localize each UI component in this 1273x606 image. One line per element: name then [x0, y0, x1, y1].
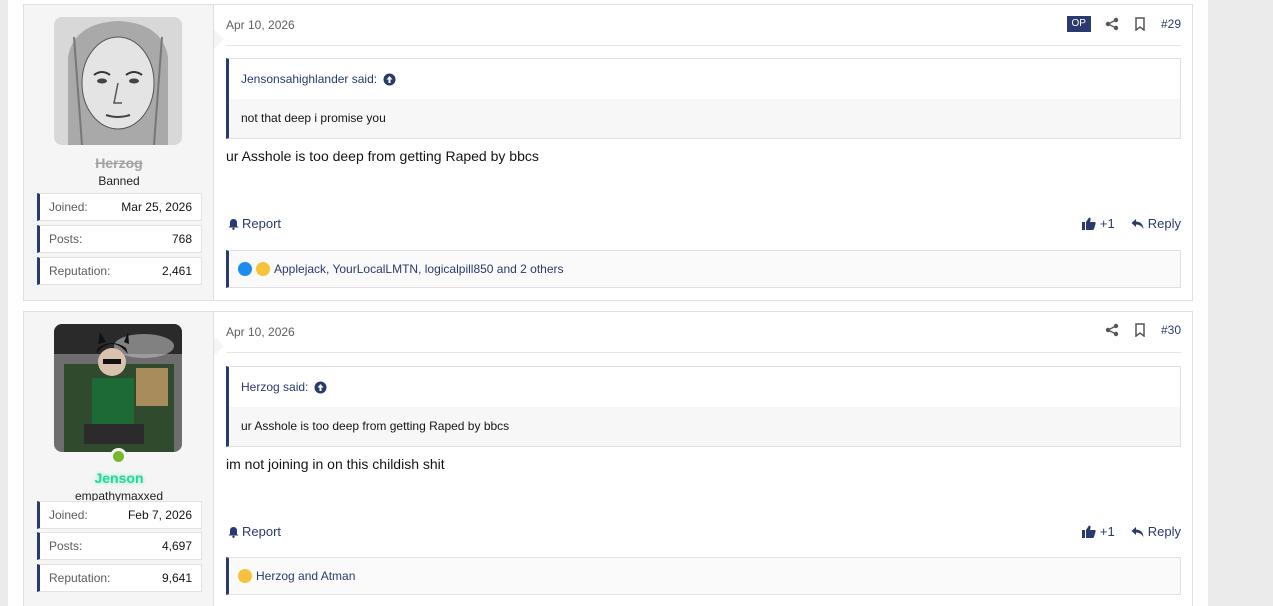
- reply-button[interactable]: Reply: [1131, 216, 1181, 231]
- stat-value: Feb 7, 2026: [127, 508, 192, 522]
- post-number-link[interactable]: #30: [1161, 323, 1181, 337]
- stat-posts: Posts: 4,697: [37, 532, 202, 560]
- user-info-panel: Jenson empathymaxxed Joined: Feb 7, 2026…: [24, 312, 224, 606]
- share-icon[interactable]: [1105, 323, 1119, 337]
- stat-label: Joined:: [49, 200, 88, 214]
- thumbs-up-icon: [1081, 217, 1096, 230]
- avatar[interactable]: [54, 17, 182, 145]
- reply-icon: [1131, 526, 1144, 537]
- report-label: Report: [242, 216, 282, 231]
- stat-value: 4,697: [161, 539, 192, 553]
- bell-icon: [228, 526, 239, 538]
- post-number-link[interactable]: #29: [1161, 17, 1181, 31]
- quote-text: not that deep i promise you: [241, 111, 386, 125]
- post-header-actions: OP #29: [1066, 16, 1181, 32]
- reply-icon: [1131, 218, 1144, 229]
- like-reaction-icon: [238, 262, 252, 276]
- post-footer-actions: +1 Reply: [1081, 524, 1181, 539]
- stat-label: Posts:: [49, 539, 83, 553]
- report-link[interactable]: Report: [228, 524, 281, 539]
- post: Jenson empathymaxxed Joined: Feb 7, 2026…: [23, 311, 1193, 606]
- post-date[interactable]: Apr 10, 2026: [226, 325, 295, 339]
- divider: [226, 352, 1181, 353]
- quote-block: Herzog said: ur Asshole is too deep from…: [226, 366, 1181, 447]
- laugh-reaction-icon: [256, 262, 270, 276]
- bookmark-icon[interactable]: [1133, 323, 1147, 337]
- report-link[interactable]: Report: [228, 216, 281, 231]
- stat-label: Posts:: [49, 232, 83, 246]
- quote-header: Jensonsahighlander said:: [229, 59, 1180, 99]
- stat-label: Joined:: [49, 508, 88, 522]
- like-count: +1: [1099, 216, 1115, 231]
- stat-value: Mar 25, 2026: [121, 200, 192, 214]
- stat-joined: Joined: Mar 25, 2026: [37, 193, 202, 221]
- reply-label: Reply: [1147, 216, 1181, 231]
- user-title: Banned: [98, 174, 140, 188]
- op-badge: OP: [1066, 16, 1091, 32]
- post-content: Apr 10, 2026 #30 Herzog said: ur Asshole…: [226, 312, 1181, 606]
- report-label: Report: [242, 524, 282, 539]
- share-icon[interactable]: [1105, 17, 1119, 31]
- stat-posts: Posts: 768: [37, 225, 202, 253]
- stat-value: 9,641: [161, 571, 192, 585]
- bookmark-icon[interactable]: [1133, 17, 1147, 31]
- quote-author[interactable]: Herzog said:: [241, 380, 308, 394]
- avatar[interactable]: [54, 324, 182, 452]
- like-button[interactable]: +1: [1081, 524, 1115, 539]
- thumbs-up-icon: [1081, 525, 1096, 538]
- username[interactable]: Jenson: [24, 470, 214, 486]
- quote-block: Jensonsahighlander said: not that deep i…: [226, 58, 1181, 139]
- stat-label: Reputation:: [49, 264, 111, 278]
- post-message: im not joining in on this childish shit: [226, 456, 445, 472]
- laugh-reaction-icon: [238, 569, 252, 583]
- quote-text: ur Asshole is too deep from getting Rape…: [241, 419, 510, 433]
- stat-value: 2,461: [161, 264, 192, 278]
- bell-icon: [228, 218, 239, 230]
- user-info-panel: Herzog Banned Joined: Mar 25, 2026 Posts…: [24, 5, 224, 300]
- stat-reputation: Reputation: 2,461: [37, 257, 202, 285]
- post-date[interactable]: Apr 10, 2026: [226, 18, 295, 32]
- username[interactable]: Herzog: [24, 155, 214, 171]
- quote-header: Herzog said:: [229, 367, 1180, 407]
- quote-author[interactable]: Jensonsahighlander said:: [241, 72, 377, 86]
- post: Herzog Banned Joined: Mar 25, 2026 Posts…: [23, 4, 1193, 301]
- arrow-up-circle-icon[interactable]: [383, 73, 396, 86]
- reply-button[interactable]: Reply: [1131, 524, 1181, 539]
- reactions-users[interactable]: Herzog and Atman: [256, 569, 355, 583]
- reactions-users[interactable]: Applejack, YourLocalLMTN, logicalpill850…: [274, 262, 564, 276]
- like-count: +1: [1099, 524, 1115, 539]
- post-content: Apr 10, 2026 OP #29 Jensonsahighlander s…: [226, 5, 1181, 300]
- post-header-actions: #30: [1105, 323, 1181, 337]
- online-status-indicator: [110, 448, 127, 465]
- arrow-up-circle-icon[interactable]: [314, 381, 327, 394]
- stat-label: Reputation:: [49, 571, 111, 585]
- like-button[interactable]: +1: [1081, 216, 1115, 231]
- post-footer-actions: +1 Reply: [1081, 216, 1181, 231]
- reactions-bar[interactable]: Herzog and Atman: [226, 557, 1181, 595]
- page-margin: [1208, 0, 1273, 606]
- stat-reputation: Reputation: 9,641: [37, 564, 202, 592]
- reply-label: Reply: [1147, 524, 1181, 539]
- divider: [226, 45, 1181, 46]
- post-message: ur Asshole is too deep from getting Rape…: [226, 148, 539, 164]
- reactions-bar[interactable]: Applejack, YourLocalLMTN, logicalpill850…: [226, 250, 1181, 288]
- stat-joined: Joined: Feb 7, 2026: [37, 501, 202, 529]
- stat-value: 768: [171, 232, 192, 246]
